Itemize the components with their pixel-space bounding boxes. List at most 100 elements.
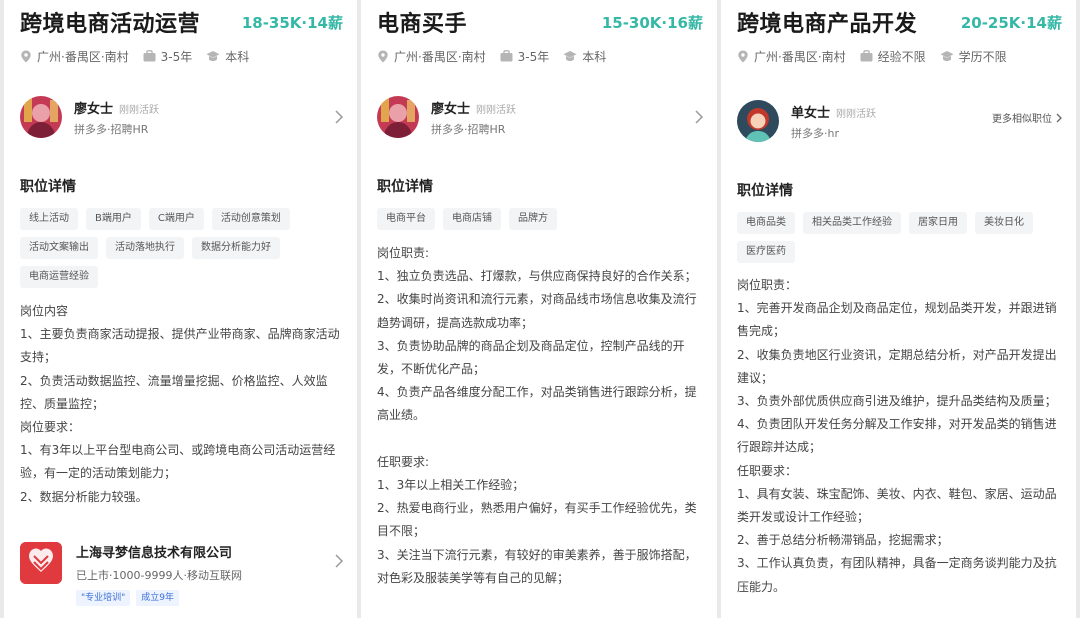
job-education: 本科: [563, 48, 606, 65]
more-similar-jobs-label: 更多相似职位: [992, 114, 1052, 125]
graduation-cap-icon: [940, 51, 954, 61]
avatar: [377, 96, 419, 138]
graduation-cap-icon: [563, 51, 577, 61]
recruiter-name-text: 单女士: [791, 106, 831, 121]
tag: 活动落地执行: [106, 237, 184, 259]
job-experience-text: 3-5年: [160, 49, 193, 64]
description-line: 3、负责外部优质供应商引进及维护，提升品类结构及质量；: [737, 394, 1057, 409]
tag: 居家日用: [909, 212, 967, 234]
job-card-product-dev[interactable]: 跨境电商产品开发 20-25K·14薪 广州·番禺区·南村 经验不限 学历不限 …: [721, 0, 1076, 618]
tag-list: 电商平台 电商店铺 品牌方: [377, 208, 707, 237]
company-info: 已上市·1000-9999人·移动互联网: [76, 569, 242, 582]
description-line: 2、善于总结分析畅滞销品，挖掘需求；: [737, 533, 949, 548]
tag: 活动文案输出: [20, 237, 98, 259]
job-header: 跨境电商产品开发 20-25K·14薪: [737, 4, 1062, 40]
job-card-buyer[interactable]: 电商买手 15-30K·16薪 广州·番禺区·南村 3-5年 本科 廖女士 刚刚活…: [361, 0, 717, 618]
recruiter-role: 拼多多·招聘HR: [74, 123, 149, 136]
job-meta: 广州·番禺区·南村 经验不限 学历不限: [737, 46, 1021, 66]
chevron-right-icon[interactable]: [335, 554, 343, 568]
recruiter-name: 廖女士 刚刚活跃: [74, 98, 159, 117]
job-description: 岗位职责: 1、独立负责选品、打爆款，与供应商保持良好的合作关系； 2、收集时尚…: [377, 242, 701, 590]
description-line: 4、负责团队开发任务分解及工作安排，对开发品类的销售进行跟踪并达成；: [737, 417, 1057, 455]
description-line: 2、收集负责地区行业资讯，定期总结分析，对产品开发提出建议；: [737, 347, 1057, 385]
description-line: 任职要求：: [737, 463, 798, 478]
briefcase-icon: [500, 50, 513, 62]
company-row[interactable]: 上海寻梦信息技术有限公司 已上市·1000-9999人·移动互联网 "专业培训"…: [20, 540, 343, 610]
description-line: 1、独立负责选品、打爆款，与供应商保持良好的合作关系；: [377, 269, 697, 284]
description-line: 1、具有女装、珠宝配饰、美妆、内衣、鞋包、家居、运动品类开发或设计工作经验；: [737, 486, 1057, 525]
section-title: 职位详情: [737, 183, 793, 199]
recruiter-row[interactable]: 廖女士 刚刚活跃 拼多多·招聘HR: [377, 94, 703, 142]
description-line: 3、关注当下流行元素，有较好的审美素养，善于服饰搭配，对色彩及服装美学等有自己的…: [377, 547, 697, 585]
job-salary: 18-35K·14薪: [241, 14, 343, 32]
recruiter-row[interactable]: 廖女士 刚刚活跃 拼多多·招聘HR: [20, 94, 343, 142]
job-experience-text: 经验不限: [877, 49, 926, 64]
tag-list: 线上活动 B端用户 C端用户 活动创意策划 活动文案输出 活动落地执行 数据分析…: [20, 208, 347, 295]
job-salary: 15-30K·16薪: [601, 14, 703, 32]
job-education-text: 本科: [225, 49, 250, 64]
job-header: 电商买手 15-30K·16薪: [377, 4, 703, 40]
tag: 美妆日化: [975, 212, 1033, 234]
description-line: 岗位职责：: [737, 278, 798, 292]
job-card-activity-ops[interactable]: 跨境电商活动运营 18-35K·14薪 广州·番禺区·南村 3-5年 本科 廖女…: [4, 0, 357, 618]
chevron-right-icon[interactable]: [695, 110, 703, 124]
job-experience: 3-5年: [143, 48, 193, 65]
description-line: 岗位要求：: [20, 420, 81, 435]
company-badges: "专业培训" 成立9年: [76, 590, 185, 606]
job-education-text: 学历不限: [958, 49, 1007, 64]
description-line: 1、3年以上相关工作经验；: [377, 478, 525, 493]
job-education-text: 本科: [582, 49, 607, 64]
job-title: 跨境电商产品开发: [737, 12, 918, 37]
recruiter-role: 拼多多·招聘HR: [431, 123, 506, 136]
more-similar-jobs-link[interactable]: 更多相似职位: [992, 110, 1062, 125]
company-badge: 成立9年: [136, 590, 180, 606]
description-line: 2、收集时尚资讯和流行元素，对商品线市场信息收集及流行趋势调研，提高选款成功率；: [377, 292, 697, 330]
company-name: 上海寻梦信息技术有限公司: [76, 546, 233, 561]
job-location-text: 广州·番禺区·南村: [37, 49, 129, 64]
tag: 电商平台: [377, 208, 435, 230]
job-title: 跨境电商活动运营: [20, 12, 201, 37]
description-line: 3、负责协助品牌的商品企划及商品定位，控制产品线的开发，不断优化产品；: [377, 338, 685, 377]
chevron-right-icon: [1056, 113, 1062, 122]
chevron-right-icon[interactable]: [335, 110, 343, 124]
description-line: 3、工作认真负责，有团队精神，具备一定商务谈判能力及抗压能力。: [737, 556, 1057, 594]
recruiter-status: 刚刚活跃: [836, 109, 877, 120]
tag: B端用户: [86, 208, 141, 230]
job-description: 岗位职责： 1、完善开发商品企划及商品定位，规划品类开发，并跟进销售完成； 2、…: [737, 274, 1060, 599]
avatar: [20, 96, 62, 138]
description-line: 岗位职责:: [377, 246, 430, 260]
job-meta: 广州·番禺区·南村 3-5年 本科: [377, 46, 620, 66]
briefcase-icon: [860, 50, 873, 62]
description-line: 2、数据分析能力较强。: [20, 489, 148, 504]
briefcase-icon: [143, 50, 156, 62]
job-salary: 20-25K·14薪: [960, 14, 1062, 32]
job-location-text: 广州·番禺区·南村: [754, 49, 846, 64]
tag: 电商运营经验: [20, 266, 98, 288]
recruiter-role: 拼多多·hr: [791, 127, 839, 140]
tag-list: 电商品类 相关品类工作经验 居家日用 美妆日化 医疗医药: [737, 212, 1066, 270]
tag: 电商店铺: [443, 208, 501, 230]
tag: 活动创意策划: [211, 208, 290, 230]
recruiter-status: 刚刚活跃: [119, 105, 160, 116]
job-experience: 经验不限: [860, 48, 926, 65]
graduation-cap-icon: [206, 51, 220, 61]
job-location: 广州·番禺区·南村: [737, 48, 846, 65]
job-meta: 广州·番禺区·南村 3-5年 本科: [20, 46, 263, 66]
recruiter-row[interactable]: 单女士 刚刚活跃 拼多多·hr 更多相似职位: [737, 98, 1062, 146]
description-line: [377, 428, 701, 451]
tag: 品牌方: [509, 208, 557, 230]
recruiter-name: 廖女士 刚刚活跃: [431, 98, 516, 117]
job-header: 跨境电商活动运营 18-35K·14薪: [20, 4, 343, 40]
tag: 相关品类工作经验: [803, 212, 901, 234]
location-pin-icon: [738, 50, 748, 62]
job-experience-text: 3-5年: [517, 49, 550, 64]
description-line: 岗位内容: [20, 304, 69, 318]
description-line: 1、完善开发商品企划及商品定位，规划品类开发，并跟进销售完成；: [737, 301, 1057, 339]
description-line: 2、热爱电商行业，熟悉用户偏好，有买手工作经验优先，类目不限；: [377, 501, 697, 539]
location-pin-icon: [378, 50, 388, 62]
tag: 医疗医药: [737, 241, 795, 263]
company-logo: [20, 542, 62, 584]
recruiter-name-text: 廖女士: [431, 102, 471, 117]
description-line: 2、负责活动数据监控、流量增量挖掘、价格监控、人效监控、质量监控；: [20, 373, 328, 411]
section-title: 职位详情: [377, 179, 433, 195]
